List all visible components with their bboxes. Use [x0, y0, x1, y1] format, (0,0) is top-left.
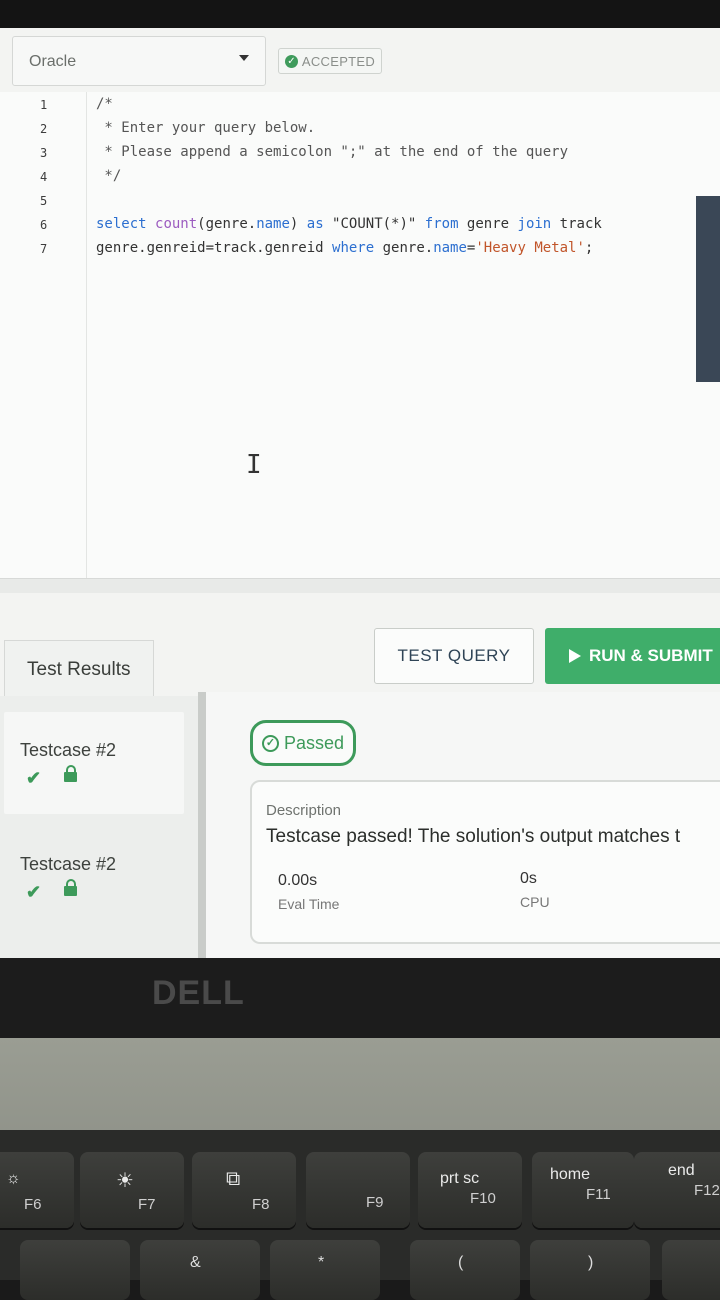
line-number: 5 [40, 194, 48, 208]
ampersand-glyph: & [190, 1254, 201, 1271]
asterisk-glyph: * [318, 1254, 325, 1271]
run-submit-label: RUN & SUBMIT [589, 646, 713, 665]
paren-open-glyph: ( [458, 1254, 464, 1271]
passed-status-badge: ✓ Passed [250, 720, 356, 766]
accepted-status-badge: ✓ ACCEPTED [278, 48, 382, 74]
line-number: 1 [40, 98, 48, 112]
key-label: F7 [138, 1196, 156, 1213]
check-circle-icon: ✓ [284, 54, 298, 68]
key-label: F12 [694, 1182, 720, 1199]
lock-icon [64, 879, 77, 896]
code-editor[interactable]: 1 2 3 4 5 6 7 /* * Enter your query belo… [0, 92, 720, 578]
key-top-label: home [550, 1166, 591, 1183]
eval-time-label: Eval Time [278, 896, 340, 912]
eval-time-value: 0.00s [278, 872, 318, 889]
testcase-item[interactable]: Testcase #2 ✔ [4, 712, 184, 814]
code-line: /* [96, 96, 113, 112]
cpu-label: CPU [520, 894, 550, 910]
code-line: genre.genreid=track.genreid where genre.… [96, 240, 594, 256]
key-top-label: prt sc [440, 1170, 480, 1187]
key-f10[interactable]: prt sc F10 [418, 1152, 522, 1228]
key-8[interactable]: * [270, 1240, 380, 1300]
key-7[interactable]: & [140, 1240, 260, 1300]
code-line: * Enter your query below. [96, 120, 316, 136]
play-icon [569, 649, 581, 663]
brightness-up-icon: ☀ [116, 1170, 134, 1192]
check-icon: ✔ [26, 882, 42, 902]
testcase-item[interactable]: Testcase #2 ✔ [4, 826, 184, 928]
background-window-edge [696, 196, 720, 382]
line-number: 4 [40, 170, 48, 184]
code-line: select count(genre.name) as "COUNT(*)" f… [96, 216, 602, 232]
test-query-button[interactable]: TEST QUERY [374, 628, 534, 684]
key-f8[interactable]: ⧉ F8 [192, 1152, 296, 1228]
key-f11[interactable]: home F11 [532, 1152, 634, 1228]
display-switch-icon: ⧉ [226, 1168, 241, 1190]
key-f9[interactable]: F9 [306, 1152, 410, 1228]
testcase-list: Testcase #2 ✔ Testcase #2 ✔ [0, 696, 198, 958]
line-number: 6 [40, 218, 48, 232]
line-number-gutter: 1 2 3 4 5 6 7 [0, 92, 87, 578]
key-2[interactable] [20, 1240, 130, 1300]
key-label: F10 [470, 1190, 496, 1207]
run-submit-button[interactable]: RUN & SUBMIT [545, 628, 720, 684]
key-f12[interactable]: end F12 [634, 1152, 720, 1228]
dell-logo: DELL [152, 974, 245, 1012]
check-icon: ✔ [26, 768, 42, 788]
key-top-label: end [668, 1162, 695, 1179]
code-line: * Please append a semicolon ";" at the e… [96, 144, 569, 160]
key-label: F11 [586, 1186, 611, 1203]
code-line: */ [96, 168, 122, 184]
line-number: 3 [40, 146, 48, 160]
tab-test-results-label: Test Results [27, 659, 131, 680]
brightness-down-icon: ☼ [6, 1170, 21, 1187]
key-0[interactable]: ) [530, 1240, 650, 1300]
panel-resize-handle[interactable] [0, 578, 720, 593]
key-label: F8 [252, 1196, 270, 1213]
key-f6[interactable]: ☼ F6 [0, 1152, 74, 1228]
description-card: Description Testcase passed! The solutio… [250, 780, 720, 944]
screen-top-bezel [0, 0, 720, 30]
check-circle-icon: ✓ [261, 734, 279, 752]
testcase-name: Testcase #2 [20, 740, 117, 760]
accepted-status-label: ACCEPTED [301, 53, 376, 69]
key-label: F6 [24, 1196, 42, 1213]
description-label: Description [266, 802, 342, 819]
paren-close-glyph: ) [588, 1254, 594, 1271]
language-select-value: Oracle [29, 53, 77, 70]
chevron-down-icon [239, 55, 249, 61]
key-f7[interactable]: ☀ F7 [80, 1152, 184, 1228]
key-minus[interactable] [662, 1240, 720, 1300]
passed-status-label: Passed [283, 732, 345, 753]
key-label: F9 [366, 1194, 384, 1211]
lock-icon [64, 765, 77, 782]
line-number: 7 [40, 242, 48, 256]
language-select[interactable]: Oracle [12, 36, 266, 86]
cpu-value: 0s [520, 870, 537, 887]
description-text: Testcase passed! The solution's output m… [266, 826, 681, 847]
key-9[interactable]: ( [410, 1240, 520, 1300]
tab-test-results[interactable]: Test Results [4, 640, 154, 696]
testcase-name: Testcase #2 [20, 854, 117, 874]
text-cursor-icon: I [246, 450, 262, 480]
line-number: 2 [40, 122, 48, 136]
laptop-bezel: DELL [0, 958, 720, 1038]
app-screen: Oracle ✓ ACCEPTED 1 2 3 4 5 6 7 /* * Ent… [0, 28, 720, 958]
panel-separator [198, 692, 206, 958]
